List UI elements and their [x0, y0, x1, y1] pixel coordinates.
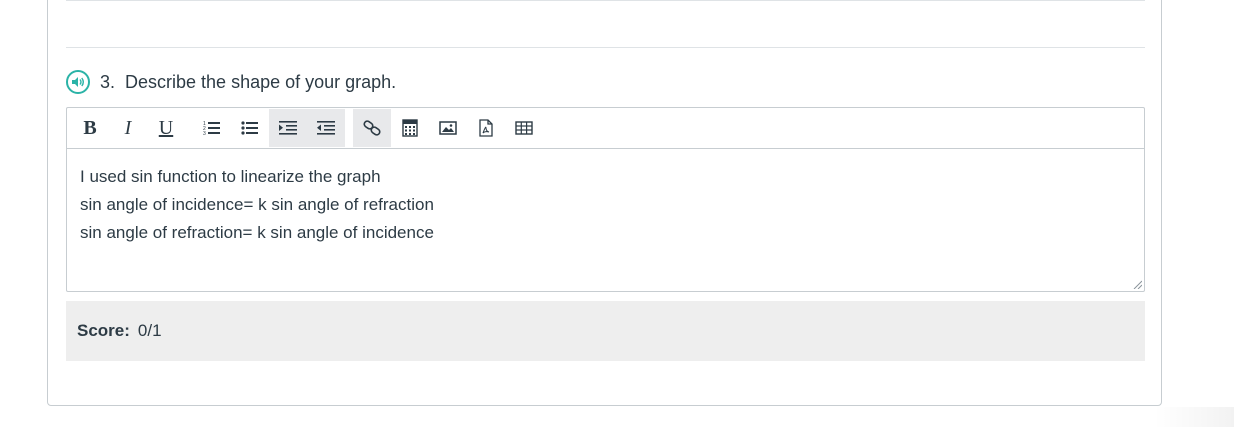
answer-line: I used sin function to linearize the gra… [80, 167, 381, 186]
image-icon [439, 121, 457, 135]
unordered-list-icon [241, 121, 258, 135]
outdent-button[interactable] [307, 109, 345, 147]
underline-button[interactable]: U [147, 109, 185, 147]
audio-icon[interactable] [66, 70, 90, 94]
table-icon [515, 121, 533, 135]
editor-toolbar: B I U 1 2 3 [67, 108, 1144, 149]
link-icon [363, 120, 381, 136]
indent-icon [279, 121, 297, 135]
ordered-list-icon: 1 2 3 [203, 121, 220, 137]
answer-text-area[interactable]: I used sin function to linearize the gra… [67, 149, 1144, 261]
table-button[interactable] [505, 109, 543, 147]
calculator-icon [402, 119, 418, 137]
italic-button[interactable]: I [109, 109, 147, 147]
outdent-icon [317, 121, 335, 135]
answer-line: sin angle of refraction= k sin angle of … [80, 223, 434, 242]
divider [66, 0, 1145, 1]
calculator-button[interactable] [391, 109, 429, 147]
svg-text:3: 3 [203, 131, 206, 137]
question-number: 3. [100, 71, 116, 92]
unordered-list-button[interactable] [231, 109, 269, 147]
shadow-decoration [1154, 407, 1234, 427]
score-bar: Score: 0/1 [66, 301, 1145, 361]
indent-button[interactable] [269, 109, 307, 147]
question-header: 3. Describe the shape of your graph. [66, 68, 396, 96]
resize-handle-icon[interactable] [1132, 279, 1142, 289]
divider [66, 47, 1145, 48]
pdf-button[interactable] [467, 109, 505, 147]
image-button[interactable] [429, 109, 467, 147]
score-label: Score: [77, 321, 130, 340]
ordered-list-button[interactable]: 1 2 3 [193, 109, 231, 147]
bold-button[interactable]: B [71, 109, 109, 147]
question-text: Describe the shape of your graph. [125, 71, 397, 92]
score-value: 0/1 [137, 321, 162, 340]
pdf-icon [479, 119, 493, 137]
answer-line: sin angle of incidence= k sin angle of r… [80, 195, 434, 214]
link-button[interactable] [353, 109, 391, 147]
rich-text-editor: B I U 1 2 3 I used sin function to linea… [66, 107, 1145, 292]
